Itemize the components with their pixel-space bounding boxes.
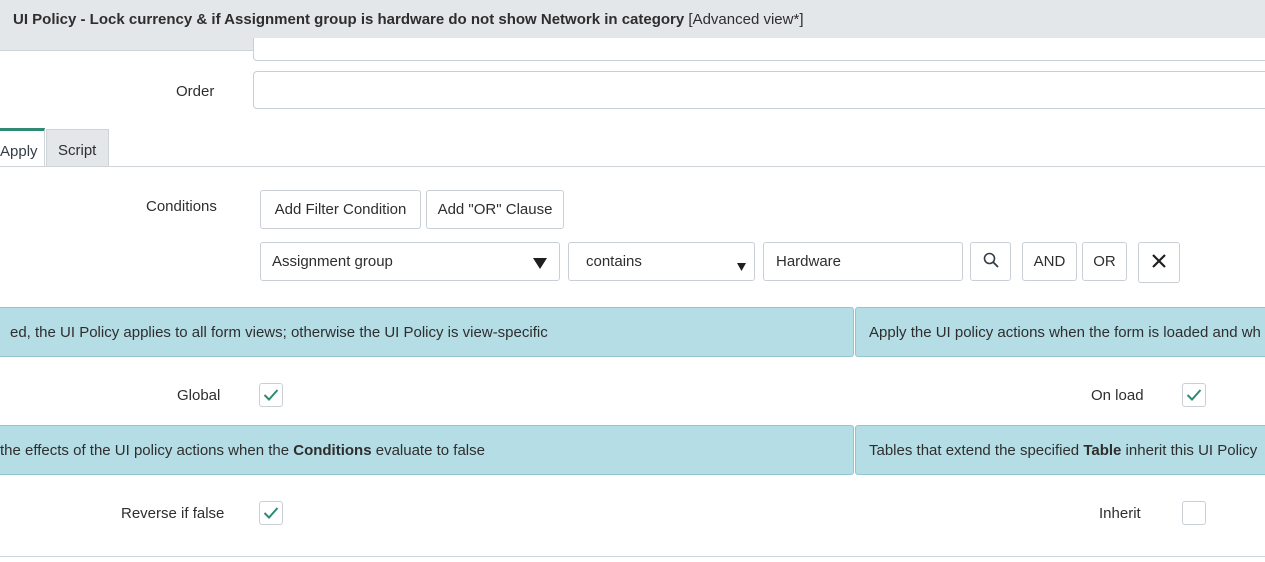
condition-field-select[interactable]: Assignment group [260,242,560,281]
tab-script-label: Script [58,142,97,159]
global-label: Global [177,387,221,404]
or-button[interactable]: OR [1082,242,1127,281]
form-title-text: UI Policy - Lock currency & if Assignmen… [13,11,685,28]
chevron-down-icon [533,256,547,273]
inherit-help-pre: Tables that extend the specified [869,442,1084,459]
order-input[interactable] [253,71,1265,109]
tabs-divider [0,166,1265,167]
onload-label: On load [1091,387,1144,404]
condition-field-value: Assignment group [272,253,393,270]
reverse-help-pre: the effects of the UI policy actions whe… [0,442,294,459]
condition-operator-select[interactable]: contains [568,242,755,281]
check-icon [1186,389,1202,401]
onload-checkbox[interactable] [1182,383,1206,407]
view-indicator[interactable]: [Advanced view*] [688,11,803,28]
search-icon [983,252,999,272]
reverse-help-bold: Conditions [293,442,372,459]
inherit-help-post: inherit this UI Policy [1121,442,1258,459]
add-filter-condition-button[interactable]: Add Filter Condition [260,190,421,229]
inherit-help-text: Tables that extend the specified Table i… [855,425,1265,475]
onload-help-text: Apply the UI policy actions when the for… [855,307,1265,357]
inherit-help-bold: Table [1083,442,1122,459]
reverse-if-false-checkbox[interactable] [259,501,283,525]
close-icon [1152,253,1166,272]
reverse-help-text: the effects of the UI policy actions whe… [0,425,854,475]
and-button[interactable]: AND [1022,242,1077,281]
reverse-if-false-label: Reverse if false [121,505,225,522]
condition-value-text: Hardware [776,253,842,270]
inherit-label: Inherit [1099,505,1141,522]
condition-value-input[interactable]: Hardware [763,242,963,281]
reverse-help-post: evaluate to false [371,442,485,459]
order-label: Order [176,83,215,100]
tab-script[interactable]: Script [46,129,109,167]
tab-apply-label: Apply [0,143,38,160]
inherit-checkbox[interactable] [1182,501,1206,525]
previous-field-input[interactable] [253,38,1265,61]
check-icon [263,389,279,401]
section-divider [0,556,1265,557]
remove-condition-button[interactable] [1138,242,1180,283]
reference-lookup-button[interactable] [970,242,1011,281]
add-or-clause-button[interactable]: Add "OR" Clause [426,190,564,229]
chevron-down-icon [737,258,746,275]
form-title: UI Policy - Lock currency & if Assignmen… [13,11,804,28]
conditions-label: Conditions [146,198,217,215]
tab-apply[interactable]: Apply [0,128,45,167]
condition-operator-value: contains [586,253,642,270]
check-icon [263,507,279,519]
global-help-text: ed, the UI Policy applies to all form vi… [0,307,854,357]
global-checkbox[interactable] [259,383,283,407]
